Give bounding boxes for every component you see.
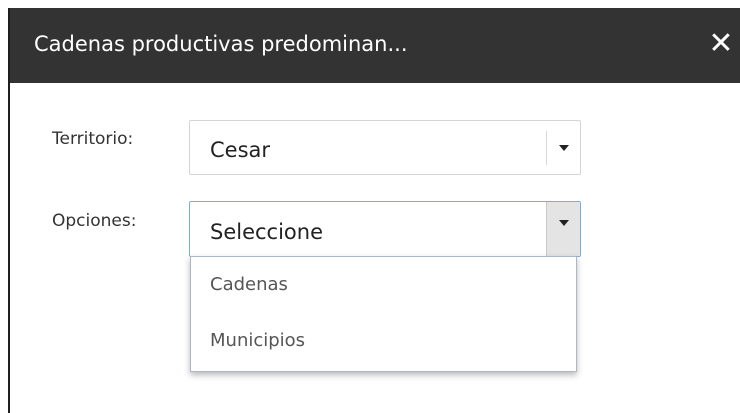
opciones-dropdown-list: Cadenas Municipios	[190, 256, 577, 372]
dialog-titlebar: Cadenas productivas predominan... ✕	[10, 8, 740, 83]
chevron-down-icon	[559, 220, 569, 226]
opciones-selected-value: Seleccione	[210, 220, 324, 244]
territorio-select[interactable]: Cesar	[189, 120, 581, 175]
dialog-title: Cadenas productivas predominan...	[34, 32, 408, 56]
chevron-down-icon	[559, 145, 569, 151]
territorio-label: Territorio:	[52, 129, 134, 149]
opciones-label: Opciones:	[52, 211, 137, 231]
opciones-dropdown-toggle[interactable]	[546, 202, 580, 256]
territorio-selected-value: Cesar	[210, 138, 271, 162]
territorio-dropdown-toggle[interactable]	[546, 131, 580, 165]
dropdown-option-cadenas[interactable]: Cadenas	[191, 257, 576, 313]
dropdown-option-municipios[interactable]: Municipios	[191, 313, 576, 369]
opciones-select[interactable]: Seleccione	[189, 201, 581, 257]
close-icon[interactable]: ✕	[704, 24, 738, 64]
